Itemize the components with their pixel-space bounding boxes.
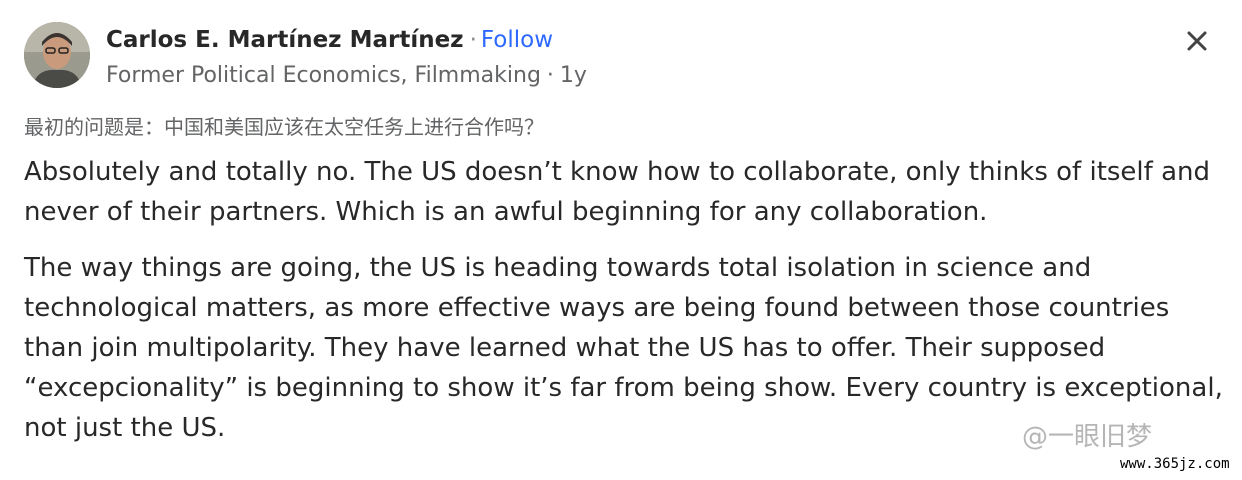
watermark: @一眼旧梦	[1022, 422, 1153, 452]
original-question: 最初的问题是：中国和美国应该在太空任务上进行合作吗？	[24, 115, 544, 139]
author-name[interactable]: Carlos E. Martínez Martínez	[106, 27, 464, 53]
site-watermark: www.365jz.com	[1120, 456, 1230, 472]
author-credential[interactable]: Former Political Economics, Filmmaking	[106, 63, 541, 88]
avatar[interactable]	[24, 22, 90, 88]
post-time[interactable]: 1y	[560, 63, 587, 88]
time-separator: ·	[546, 63, 554, 88]
follow-button[interactable]: Follow	[481, 27, 553, 53]
author-credential-line: Former Political Economics, Filmmaking · 1…	[106, 60, 587, 92]
close-icon	[1187, 31, 1207, 51]
author-line: Carlos E. Martínez Martínez · Follow	[106, 24, 553, 56]
separator: ·	[469, 27, 477, 53]
close-button[interactable]	[1180, 24, 1214, 58]
answer-body: Absolutely and totally no. The US doesn’…	[24, 152, 1224, 448]
answer-paragraph: Absolutely and totally no. The US doesn’…	[24, 157, 1210, 227]
